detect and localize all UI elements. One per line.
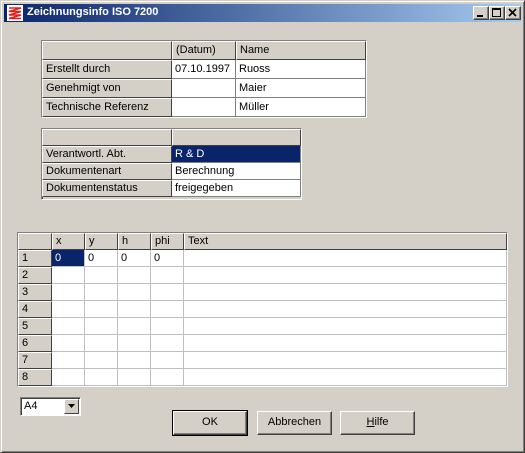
grid-cell-text[interactable] [184,267,507,284]
grid-cell-h[interactable] [118,267,151,284]
cell-date-genehmigt[interactable] [172,79,236,98]
info-table: (Datum) Name Erstellt durch 07.10.1997 R… [41,40,367,118]
cell-date-referenz[interactable] [172,98,236,117]
cancel-button[interactable]: Abbrechen [257,411,332,435]
help-label-rest: ilfe [374,416,389,428]
chevron-down-icon [68,404,75,408]
grid-cell-text[interactable] [184,369,507,386]
text-grid: x y h phi Text 100002345678 [17,232,508,387]
row-label-erstellt: Erstellt durch [42,60,172,79]
info-table-corner-header [42,41,172,60]
row-label-genehmigt: Genehmigt von [42,79,172,98]
grid-cell-x[interactable] [52,284,85,301]
cell-date-erstellt[interactable]: 07.10.1997 [172,60,236,79]
close-button[interactable] [505,6,521,20]
grid-row-header[interactable]: 3 [18,284,52,301]
grid-cell-text[interactable] [184,335,507,352]
grid-header-h: h [118,233,151,250]
dialog-window: Zeichnungsinfo ISO 7200 (Datum) Name Ers… [0,0,525,453]
grid-cell-phi[interactable] [151,335,184,352]
grid-cell-y[interactable]: 0 [85,250,118,267]
grid-cell-phi[interactable] [151,318,184,335]
grid-corner-header [18,233,52,250]
grid-cell-text[interactable] [184,352,507,369]
grid-cell-y[interactable] [85,369,118,386]
grid-header-y: y [85,233,118,250]
grid-cell-x[interactable] [52,267,85,284]
grid-cell-phi[interactable] [151,284,184,301]
paper-format-select[interactable]: A4 [20,397,81,416]
grid-row-header[interactable]: 6 [18,335,52,352]
title-bar[interactable]: Zeichnungsinfo ISO 7200 [4,4,521,22]
grid-row-header[interactable]: 5 [18,318,52,335]
grid-row-header[interactable]: 8 [18,369,52,386]
paper-format-value: A4 [24,400,38,412]
grid-cell-y[interactable] [85,284,118,301]
grid-cell-text[interactable] [184,318,507,335]
grid-row-header[interactable]: 2 [18,267,52,284]
doc-table-value-header [172,129,301,146]
zigzag-app-icon [7,5,23,21]
help-button[interactable]: Hilfe [340,411,415,435]
row-label-abteilung: Verantwortl. Abt. [42,146,172,163]
grid-cell-y[interactable] [85,318,118,335]
grid-row-header[interactable]: 7 [18,352,52,369]
grid-cell-phi[interactable] [151,267,184,284]
ok-button[interactable]: OK [172,410,248,436]
grid-cell-h[interactable]: 0 [118,250,151,267]
doc-table-corner-header [42,129,172,146]
grid-cell-h[interactable] [118,318,151,335]
grid-cell-x[interactable] [52,335,85,352]
grid-row-header[interactable]: 1 [18,250,52,267]
paper-format-dropdown-button[interactable] [64,399,79,414]
cell-value-dokumentenstatus[interactable]: freigegeben [172,180,301,197]
grid-cell-text[interactable] [184,301,507,318]
grid-cell-y[interactable] [85,267,118,284]
document-table: Verantwortl. Abt. R & D Dokumentenart Be… [41,128,302,200]
grid-cell-h[interactable] [118,335,151,352]
minimize-icon [477,15,483,17]
grid-header-text: Text [184,233,507,250]
row-label-dokumentenart: Dokumentenart [42,163,172,180]
maximize-icon [492,8,501,17]
info-table-name-header: Name [236,41,366,60]
grid-cell-x[interactable] [52,352,85,369]
grid-cell-x[interactable] [52,301,85,318]
grid-cell-phi[interactable] [151,352,184,369]
grid-cell-h[interactable] [118,284,151,301]
grid-cell-y[interactable] [85,301,118,318]
row-label-dokumentenstatus: Dokumentenstatus [42,180,172,197]
cell-name-referenz[interactable]: Müller [236,98,366,117]
info-table-date-header: (Datum) [172,41,236,60]
cell-name-genehmigt[interactable]: Maier [236,79,366,98]
maximize-button[interactable] [489,6,505,20]
grid-cell-x[interactable] [52,318,85,335]
grid-cell-y[interactable] [85,335,118,352]
grid-cell-phi[interactable]: 0 [151,250,184,267]
grid-header-phi: phi [151,233,184,250]
grid-header-x: x [52,233,85,250]
close-icon [508,8,517,17]
window-title: Zeichnungsinfo ISO 7200 [27,6,159,18]
grid-cell-x[interactable]: 0 [52,250,85,267]
cell-name-erstellt[interactable]: Ruoss [236,60,366,79]
minimize-button[interactable] [473,6,489,20]
cell-value-abteilung[interactable]: R & D [172,146,301,163]
grid-cell-h[interactable] [118,352,151,369]
grid-cell-phi[interactable] [151,369,184,386]
grid-cell-text[interactable] [184,250,507,267]
grid-row-header[interactable]: 4 [18,301,52,318]
grid-cell-phi[interactable] [151,301,184,318]
grid-cell-h[interactable] [118,369,151,386]
grid-cell-x[interactable] [52,369,85,386]
grid-cell-y[interactable] [85,352,118,369]
grid-cell-text[interactable] [184,284,507,301]
grid-cell-h[interactable] [118,301,151,318]
row-label-referenz: Technische Referenz [42,98,172,117]
cell-value-dokumentenart[interactable]: Berechnung [172,163,301,180]
